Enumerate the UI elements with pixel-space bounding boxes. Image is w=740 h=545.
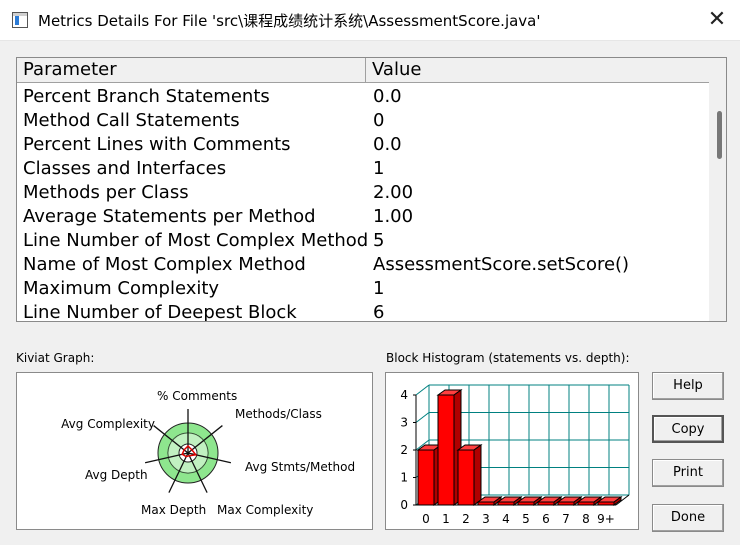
histogram-x-tick-label: 7 — [562, 512, 570, 526]
histogram-bar — [517, 501, 535, 506]
histogram-bar — [457, 449, 475, 506]
table-row[interactable]: Name of Most Complex Method AssessmentSco… — [17, 253, 709, 277]
kiviat-axis-label: % Comments — [157, 389, 237, 403]
kiviat-axis-label: Avg Complexity — [61, 417, 155, 431]
histogram-x-tick-label: 8 — [582, 512, 590, 526]
histogram-y-tick-label: 0 — [400, 498, 408, 512]
value-cell: 1 — [373, 278, 385, 299]
value-cell: 0 — [373, 110, 385, 131]
table-row[interactable]: Percent Lines with Comments 0.0 — [17, 133, 709, 157]
column-header-value[interactable]: Value — [366, 58, 706, 82]
parameter-cell: Percent Branch Statements — [23, 86, 270, 107]
histogram-x-tick-label: 9+ — [597, 512, 615, 526]
value-cell: 5 — [373, 230, 385, 251]
kiviat-axis-label: Avg Depth — [85, 468, 148, 482]
table-row[interactable]: Line Number of Deepest Block 6 — [17, 301, 709, 322]
parameter-cell: Methods per Class — [23, 182, 189, 203]
vertical-scroll-thumb[interactable] — [717, 111, 722, 159]
table-row[interactable]: Maximum Complexity 1 — [17, 277, 709, 301]
kiviat-panel: % Comments Methods/Class Avg Stmts/Method M… — [16, 372, 373, 530]
value-cell: AssessmentScore.setScore() — [373, 254, 630, 275]
histogram-y-tick-label: 3 — [400, 416, 408, 430]
window-title: Metrics Details For File 'src\课程成绩统计系统\A… — [38, 12, 541, 30]
parameter-cell: Average Statements per Method — [23, 206, 316, 227]
kiviat-axis-label: Methods/Class — [235, 407, 322, 421]
kiviat-axis-label: Max Depth — [141, 503, 206, 517]
kiviat-label: Kiviat Graph: — [16, 351, 95, 365]
histogram-bar — [597, 501, 615, 506]
histogram-bar — [537, 501, 555, 506]
parameter-cell: Method Call Statements — [23, 110, 240, 131]
histogram-bar — [497, 501, 515, 506]
vertical-scrollbar[interactable] — [709, 58, 726, 321]
value-cell: 0.0 — [373, 86, 402, 107]
kiviat-graph: % Comments Methods/Class Avg Stmts/Method M… — [61, 389, 355, 517]
table-row[interactable]: Classes and Interfaces 1 — [17, 157, 709, 181]
histogram-x-tick-label: 4 — [502, 512, 510, 526]
value-cell: 0.0 — [373, 134, 402, 155]
histogram-bar-side — [473, 444, 482, 506]
histogram-panel: 0 1 2 3 4 0 1 2 3 4 5 6 7 8 9+ — [385, 372, 639, 530]
value-cell: 6 — [373, 302, 385, 322]
value-cell: 1 — [373, 158, 385, 179]
histogram-bar — [577, 501, 595, 506]
close-icon[interactable]: ✕ — [700, 4, 734, 36]
block-histogram: 012340 1 2 3 4 5 6 7 8 9+ — [400, 384, 630, 526]
histogram-x-tick-label: 6 — [542, 512, 550, 526]
parameter-cell: Maximum Complexity — [23, 278, 220, 299]
table-row[interactable]: Percent Branch Statements 0.0 — [17, 85, 709, 109]
metrics-table[interactable]: Parameter Value Percent Branch Statement… — [16, 57, 727, 322]
app-icon — [12, 12, 28, 28]
histogram-y-tick-label: 4 — [400, 388, 408, 402]
help-button[interactable]: Help — [652, 372, 724, 400]
table-header: Parameter Value — [17, 58, 709, 83]
histogram-x-tick-label: 1 — [442, 512, 450, 526]
parameter-cell: Line Number of Most Complex Method — [23, 230, 369, 251]
histogram-x-tick-label: 0 — [422, 512, 430, 526]
kiviat-axis-label: Max Complexity — [217, 503, 313, 517]
table-row[interactable]: Method Call Statements 0 — [17, 109, 709, 133]
parameter-cell: Classes and Interfaces — [23, 158, 227, 179]
copy-button[interactable]: Copy — [652, 415, 724, 443]
histogram-gridline — [415, 384, 430, 396]
column-header-parameter[interactable]: Parameter — [17, 58, 365, 82]
histogram-bar — [437, 394, 455, 506]
parameter-cell: Line Number of Deepest Block — [23, 302, 297, 322]
table-row[interactable]: Methods per Class 2.00 — [17, 181, 709, 205]
kiviat-axis-label: Avg Stmts/Method — [245, 460, 355, 474]
parameter-cell: Percent Lines with Comments — [23, 134, 291, 155]
print-button[interactable]: Print — [652, 459, 724, 487]
value-cell: 2.00 — [373, 182, 414, 203]
histogram-bar — [557, 501, 575, 506]
table-row[interactable]: Line Number of Most Complex Method 5 — [17, 229, 709, 253]
histogram-gridline — [415, 412, 430, 423]
histogram-x-tick-label: 5 — [522, 512, 530, 526]
histogram-x-tick-label: 2 — [462, 512, 470, 526]
value-cell: 1.00 — [373, 206, 414, 227]
histogram-x-tick-label: 3 — [482, 512, 490, 526]
done-button[interactable]: Done — [652, 504, 724, 532]
histogram-y-tick-label: 1 — [400, 471, 408, 485]
histogram-bar — [417, 449, 435, 506]
histogram-y-tick-label: 2 — [400, 443, 408, 457]
title-bar: Metrics Details For File 'src\课程成绩统计系统\A… — [0, 0, 740, 41]
histogram-label: Block Histogram (statements vs. depth): — [386, 351, 630, 365]
histogram-bar — [477, 501, 495, 506]
table-row[interactable]: Average Statements per Method 1.00 — [17, 205, 709, 229]
parameter-cell: Name of Most Complex Method — [23, 254, 306, 275]
